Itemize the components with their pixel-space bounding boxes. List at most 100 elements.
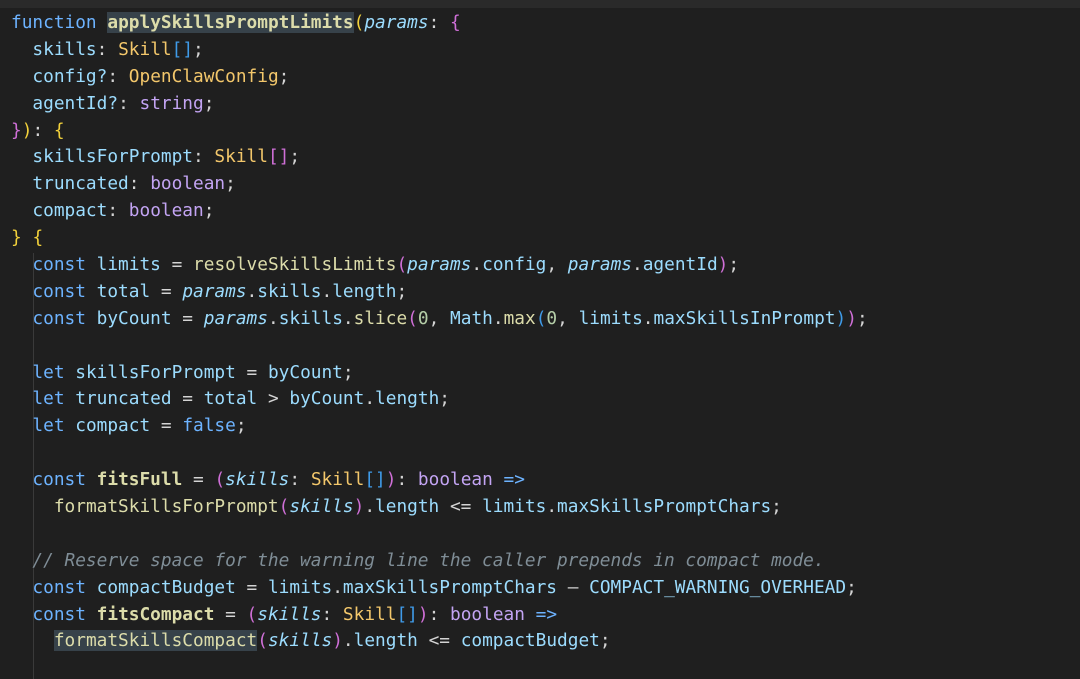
code-token: <=	[439, 496, 483, 518]
code-area[interactable]: function applySkillsPromptLimits(params:…	[11, 10, 868, 655]
code-line[interactable]: const compactBudget = limits.maxSkillsPr…	[11, 575, 868, 602]
code-line[interactable]: const total = params.skills.length;	[11, 279, 868, 306]
code-token: {	[449, 12, 461, 33]
code-line[interactable]: let compact = false;	[11, 413, 868, 440]
code-token: compact	[64, 415, 161, 437]
code-line[interactable]: skillsForPrompt: Skill[];	[11, 144, 868, 171]
code-line[interactable]	[11, 440, 868, 467]
code-token: 0	[417, 307, 429, 329]
code-line[interactable]: }): {	[11, 118, 868, 145]
code-line[interactable]	[11, 333, 868, 360]
code-line[interactable]	[11, 521, 868, 548]
code-token: :	[321, 603, 343, 625]
code-token: formatSkillsForPrompt	[53, 496, 279, 518]
code-token: =	[171, 254, 183, 276]
code-token: skills	[257, 280, 322, 302]
code-token: =	[182, 307, 194, 329]
code-token: .	[492, 307, 504, 329]
code-line[interactable]: const fitsCompact = (skills: Skill[]): b…	[11, 602, 868, 629]
code-token: fitsFull	[96, 469, 183, 491]
code-token: byCount	[278, 388, 365, 410]
code-line[interactable]: const fitsFull = (skills: Skill[]): bool…	[11, 467, 868, 494]
code-token: // Reserve space for the warning line th…	[11, 549, 825, 571]
code-token: ;	[728, 254, 740, 276]
code-token: fitsCompact	[96, 603, 215, 625]
code-token: skills	[289, 496, 354, 518]
code-token: []	[171, 38, 194, 60]
code-token: :	[128, 173, 151, 195]
code-token: config?	[11, 65, 108, 87]
code-token: skills	[225, 469, 290, 491]
code-token: )	[717, 254, 729, 276]
code-token: ,	[428, 307, 451, 329]
code-line[interactable]: compact: boolean;	[11, 198, 868, 225]
code-token: total	[85, 280, 161, 302]
code-token: config	[482, 254, 547, 276]
code-token: Skill	[118, 38, 172, 60]
code-token: limits	[482, 496, 547, 518]
code-token: )	[835, 307, 847, 329]
code-token: OpenClawConfig	[128, 65, 279, 87]
code-token: )	[417, 603, 429, 625]
code-line[interactable]: truncated: boolean;	[11, 171, 868, 198]
code-line[interactable]: formatSkillsCompact(skills).length <= co…	[11, 628, 868, 655]
code-token: =	[214, 603, 247, 625]
code-line[interactable]: config?: OpenClawConfig;	[11, 64, 868, 91]
code-token: .	[642, 307, 654, 329]
code-token: const	[11, 576, 86, 598]
code-token: :	[428, 12, 450, 33]
code-token: byCount	[85, 307, 183, 329]
code-line[interactable]: function applySkillsPromptLimits(params:…	[11, 10, 868, 37]
code-token: compactBudget	[85, 576, 247, 598]
code-token: ;	[193, 38, 204, 60]
code-token: :	[118, 92, 140, 114]
code-token: truncated	[11, 173, 129, 195]
code-line[interactable]: // Reserve space for the warning line th…	[11, 548, 868, 575]
code-line[interactable]: agentId?: string;	[11, 91, 868, 118]
code-token: .	[342, 307, 354, 329]
code-token: truncated	[64, 388, 183, 410]
code-token: :	[396, 469, 418, 491]
code-token: []	[364, 469, 386, 491]
code-token: maxSkillsPromptChars	[342, 576, 558, 598]
code-token: >	[267, 388, 279, 410]
code-token: skills	[11, 38, 97, 60]
code-token: (	[535, 307, 547, 329]
code-line[interactable]: formatSkillsForPrompt(skills).length <= …	[11, 494, 868, 521]
code-token: boolean	[450, 603, 525, 625]
code-token: =>	[524, 603, 558, 625]
code-line[interactable]: const limits = resolveSkillsLimits(param…	[11, 252, 868, 279]
code-token: ;	[225, 173, 236, 195]
code-token: Math	[450, 307, 493, 329]
code-token: skills	[257, 603, 322, 625]
code-token: }	[11, 119, 22, 141]
code-token: –	[557, 576, 590, 598]
code-editor[interactable]: function applySkillsPromptLimits(params:…	[0, 0, 1080, 679]
code-token: .	[471, 254, 483, 276]
code-token: .	[246, 280, 258, 302]
code-line[interactable]: skills: Skill[];	[11, 37, 868, 64]
code-token: length	[332, 280, 397, 302]
code-token: .	[632, 254, 643, 276]
code-line[interactable]: let truncated = total > byCount.length;	[11, 386, 868, 413]
code-token: skillsForPrompt	[64, 361, 247, 383]
code-token: maxSkillsPromptChars	[557, 496, 772, 518]
code-line[interactable]: let skillsForPrompt = byCount;	[11, 360, 868, 387]
code-line[interactable]: } {	[11, 225, 868, 252]
code-token: ;	[856, 307, 868, 329]
code-token: (	[246, 603, 258, 625]
code-token: COMPACT_WARNING_OVERHEAD	[589, 576, 847, 598]
code-token: .	[364, 496, 376, 518]
code-line[interactable]: const byCount = params.skills.slice(0, M…	[11, 306, 868, 333]
code-token: const	[11, 280, 86, 302]
code-token: ;	[771, 496, 782, 518]
code-token: limits	[85, 254, 172, 276]
code-token: skillsForPrompt	[11, 146, 193, 168]
code-token: :	[96, 38, 119, 60]
code-token: const	[11, 307, 86, 329]
code-token: ;	[203, 92, 215, 114]
code-token: (	[396, 254, 408, 276]
